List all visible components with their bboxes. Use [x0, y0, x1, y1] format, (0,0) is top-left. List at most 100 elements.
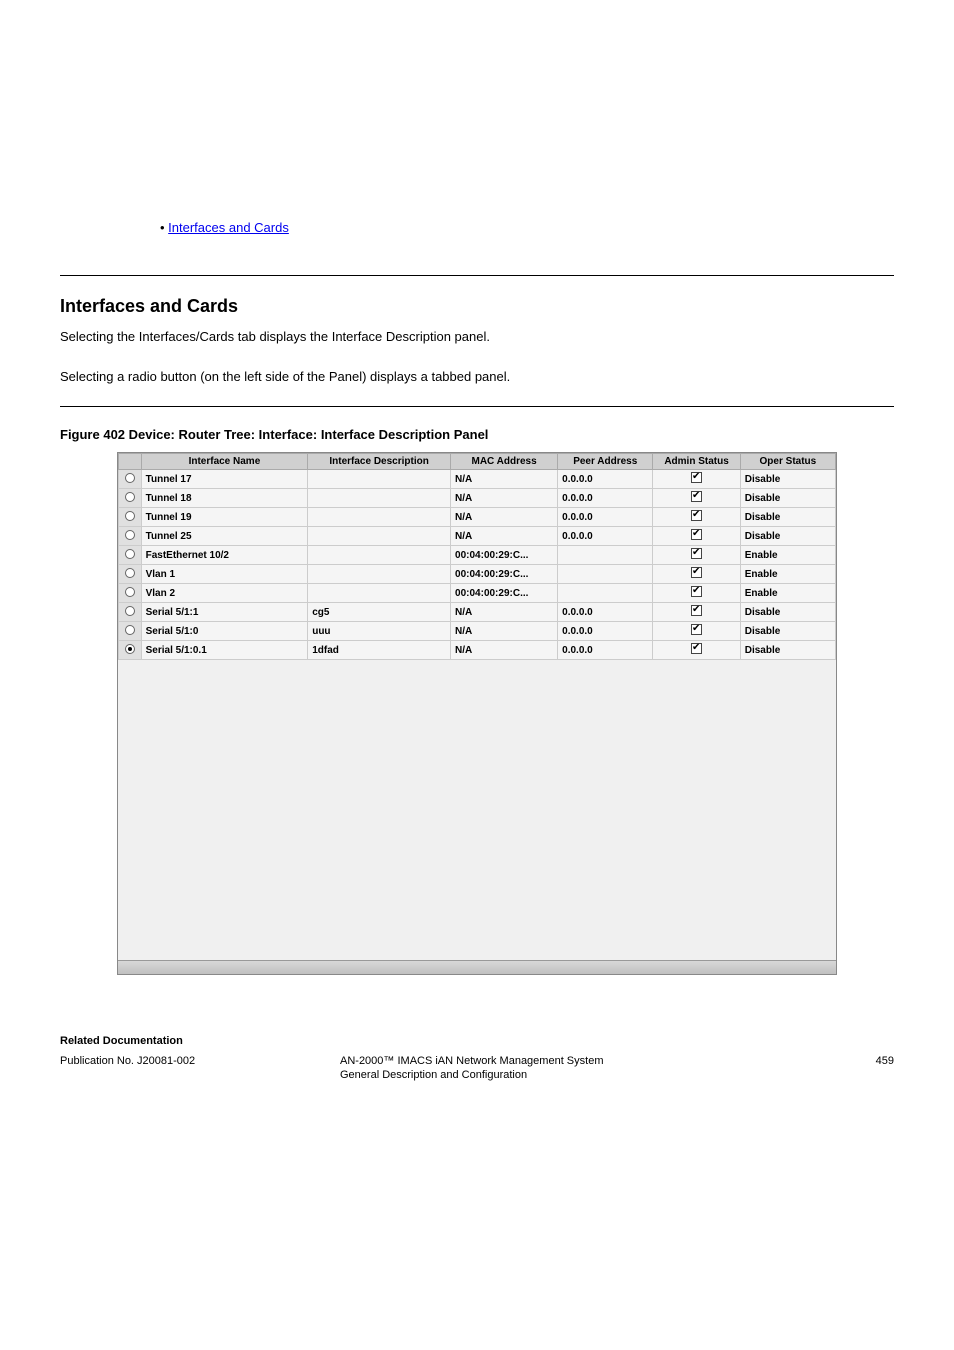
section-text-2: Selecting a radio button (on the left si…	[60, 367, 894, 387]
cell-iface-desc	[308, 584, 451, 603]
cell-oper-status: Disable	[740, 603, 835, 622]
table-row[interactable]: Tunnel 25N/A0.0.0.0Disable	[119, 527, 836, 546]
cell-peer: 0.0.0.0	[558, 489, 653, 508]
cell-peer: 0.0.0.0	[558, 622, 653, 641]
cell-peer: 0.0.0.0	[558, 470, 653, 489]
cell-oper-status: Enable	[740, 584, 835, 603]
row-select-radio[interactable]	[119, 527, 142, 546]
toc-bullet-link: Interfaces and Cards	[160, 220, 894, 235]
cell-iface-name: Tunnel 19	[141, 508, 308, 527]
interfaces-cards-link[interactable]: Interfaces and Cards	[168, 220, 289, 235]
cell-mac: 00:04:00:29:C...	[451, 546, 558, 565]
row-select-radio[interactable]	[119, 470, 142, 489]
radio-icon	[125, 625, 135, 635]
cell-iface-desc: uuu	[308, 622, 451, 641]
row-select-radio[interactable]	[119, 603, 142, 622]
radio-icon	[125, 644, 135, 654]
cell-admin-status[interactable]	[653, 584, 740, 603]
cell-oper-status: Disable	[740, 641, 835, 660]
cell-mac: 00:04:00:29:C...	[451, 584, 558, 603]
table-row[interactable]: Serial 5/1:0.11dfadN/A0.0.0.0Disable	[119, 641, 836, 660]
cell-mac: N/A	[451, 489, 558, 508]
checkbox-icon	[691, 491, 702, 502]
checkbox-icon	[691, 529, 702, 540]
checkbox-icon	[691, 586, 702, 597]
cell-oper-status: Disable	[740, 622, 835, 641]
cell-iface-desc	[308, 546, 451, 565]
row-select-radio[interactable]	[119, 622, 142, 641]
checkbox-icon	[691, 510, 702, 521]
cell-iface-name: Tunnel 17	[141, 470, 308, 489]
cell-peer: 0.0.0.0	[558, 508, 653, 527]
cell-admin-status[interactable]	[653, 489, 740, 508]
row-select-radio[interactable]	[119, 584, 142, 603]
table-row[interactable]: Tunnel 18N/A0.0.0.0Disable	[119, 489, 836, 508]
radio-icon	[125, 492, 135, 502]
radio-icon	[125, 568, 135, 578]
radio-icon	[125, 473, 135, 483]
radio-icon	[125, 530, 135, 540]
cell-oper-status: Disable	[740, 489, 835, 508]
related-docs-heading: Related Documentation	[60, 1035, 894, 1047]
col-header-mac: MAC Address	[451, 454, 558, 470]
cell-mac: N/A	[451, 508, 558, 527]
radio-icon	[125, 606, 135, 616]
cell-peer	[558, 546, 653, 565]
cell-admin-status[interactable]	[653, 546, 740, 565]
cell-mac: N/A	[451, 470, 558, 489]
cell-iface-name: Serial 5/1:0	[141, 622, 308, 641]
cell-iface-name: Serial 5/1:0.1	[141, 641, 308, 660]
cell-oper-status: Enable	[740, 565, 835, 584]
interface-table: Interface Name Interface Description MAC…	[118, 453, 836, 660]
cell-admin-status[interactable]	[653, 603, 740, 622]
table-row[interactable]: Tunnel 19 N/A0.0.0.0 Disable	[119, 508, 836, 527]
table-row[interactable]: Serial 5/1:1cg5N/A0.0.0.0Disable	[119, 603, 836, 622]
cell-oper-status: Disable	[740, 527, 835, 546]
cell-admin-status[interactable]	[653, 470, 740, 489]
cell-peer: 0.0.0.0	[558, 641, 653, 660]
table-row[interactable]: Serial 5/1:0uuuN/A0.0.0.0 Disable	[119, 622, 836, 641]
row-select-radio[interactable]	[119, 546, 142, 565]
cell-peer: 0.0.0.0	[558, 527, 653, 546]
radio-icon	[125, 511, 135, 521]
checkbox-icon	[691, 567, 702, 578]
publication-title: AN-2000™ IMACS iAN Network Management Sy…	[340, 1055, 814, 1067]
checkbox-icon	[691, 605, 702, 616]
cell-iface-name: FastEthernet 10/2	[141, 546, 308, 565]
cell-iface-name: Vlan 1	[141, 565, 308, 584]
row-select-radio[interactable]	[119, 489, 142, 508]
table-row[interactable]: FastEthernet 10/2 00:04:00:29:C... Enable	[119, 546, 836, 565]
table-bottom-bar	[118, 960, 836, 974]
cell-iface-desc	[308, 527, 451, 546]
checkbox-icon	[691, 624, 702, 635]
cell-admin-status[interactable]	[653, 641, 740, 660]
cell-peer	[558, 584, 653, 603]
col-header-iface: Interface Name	[141, 454, 308, 470]
table-row[interactable]: Vlan 2 00:04:00:29:C... Enable	[119, 584, 836, 603]
cell-iface-desc	[308, 489, 451, 508]
row-select-radio[interactable]	[119, 641, 142, 660]
publication-number: Publication No. J20081-002	[60, 1055, 340, 1067]
col-header-admin: Admin Status	[653, 454, 740, 470]
cell-admin-status[interactable]	[653, 527, 740, 546]
table-header-row: Interface Name Interface Description MAC…	[119, 454, 836, 470]
row-select-radio[interactable]	[119, 565, 142, 584]
cell-peer: 0.0.0.0	[558, 603, 653, 622]
row-select-radio[interactable]	[119, 508, 142, 527]
table-row[interactable]: Tunnel 17N/A0.0.0.0Disable	[119, 470, 836, 489]
cell-admin-status[interactable]	[653, 565, 740, 584]
cell-mac: N/A	[451, 622, 558, 641]
related-docs-section: Related Documentation Publication No. J2…	[60, 1035, 894, 1081]
figure-caption: Figure 402 Device: Router Tree: Interfac…	[60, 427, 894, 442]
cell-admin-status[interactable]	[653, 622, 740, 641]
publication-subtitle: General Description and Configuration	[340, 1069, 814, 1081]
cell-admin-status[interactable]	[653, 508, 740, 527]
checkbox-icon	[691, 548, 702, 559]
table-row[interactable]: Vlan 100:04:00:29:C...Enable	[119, 565, 836, 584]
cell-oper-status: Disable	[740, 508, 835, 527]
cell-oper-status: Enable	[740, 546, 835, 565]
cell-iface-name: Vlan 2	[141, 584, 308, 603]
cell-mac: N/A	[451, 603, 558, 622]
col-header-oper: Oper Status	[740, 454, 835, 470]
radio-icon	[125, 587, 135, 597]
